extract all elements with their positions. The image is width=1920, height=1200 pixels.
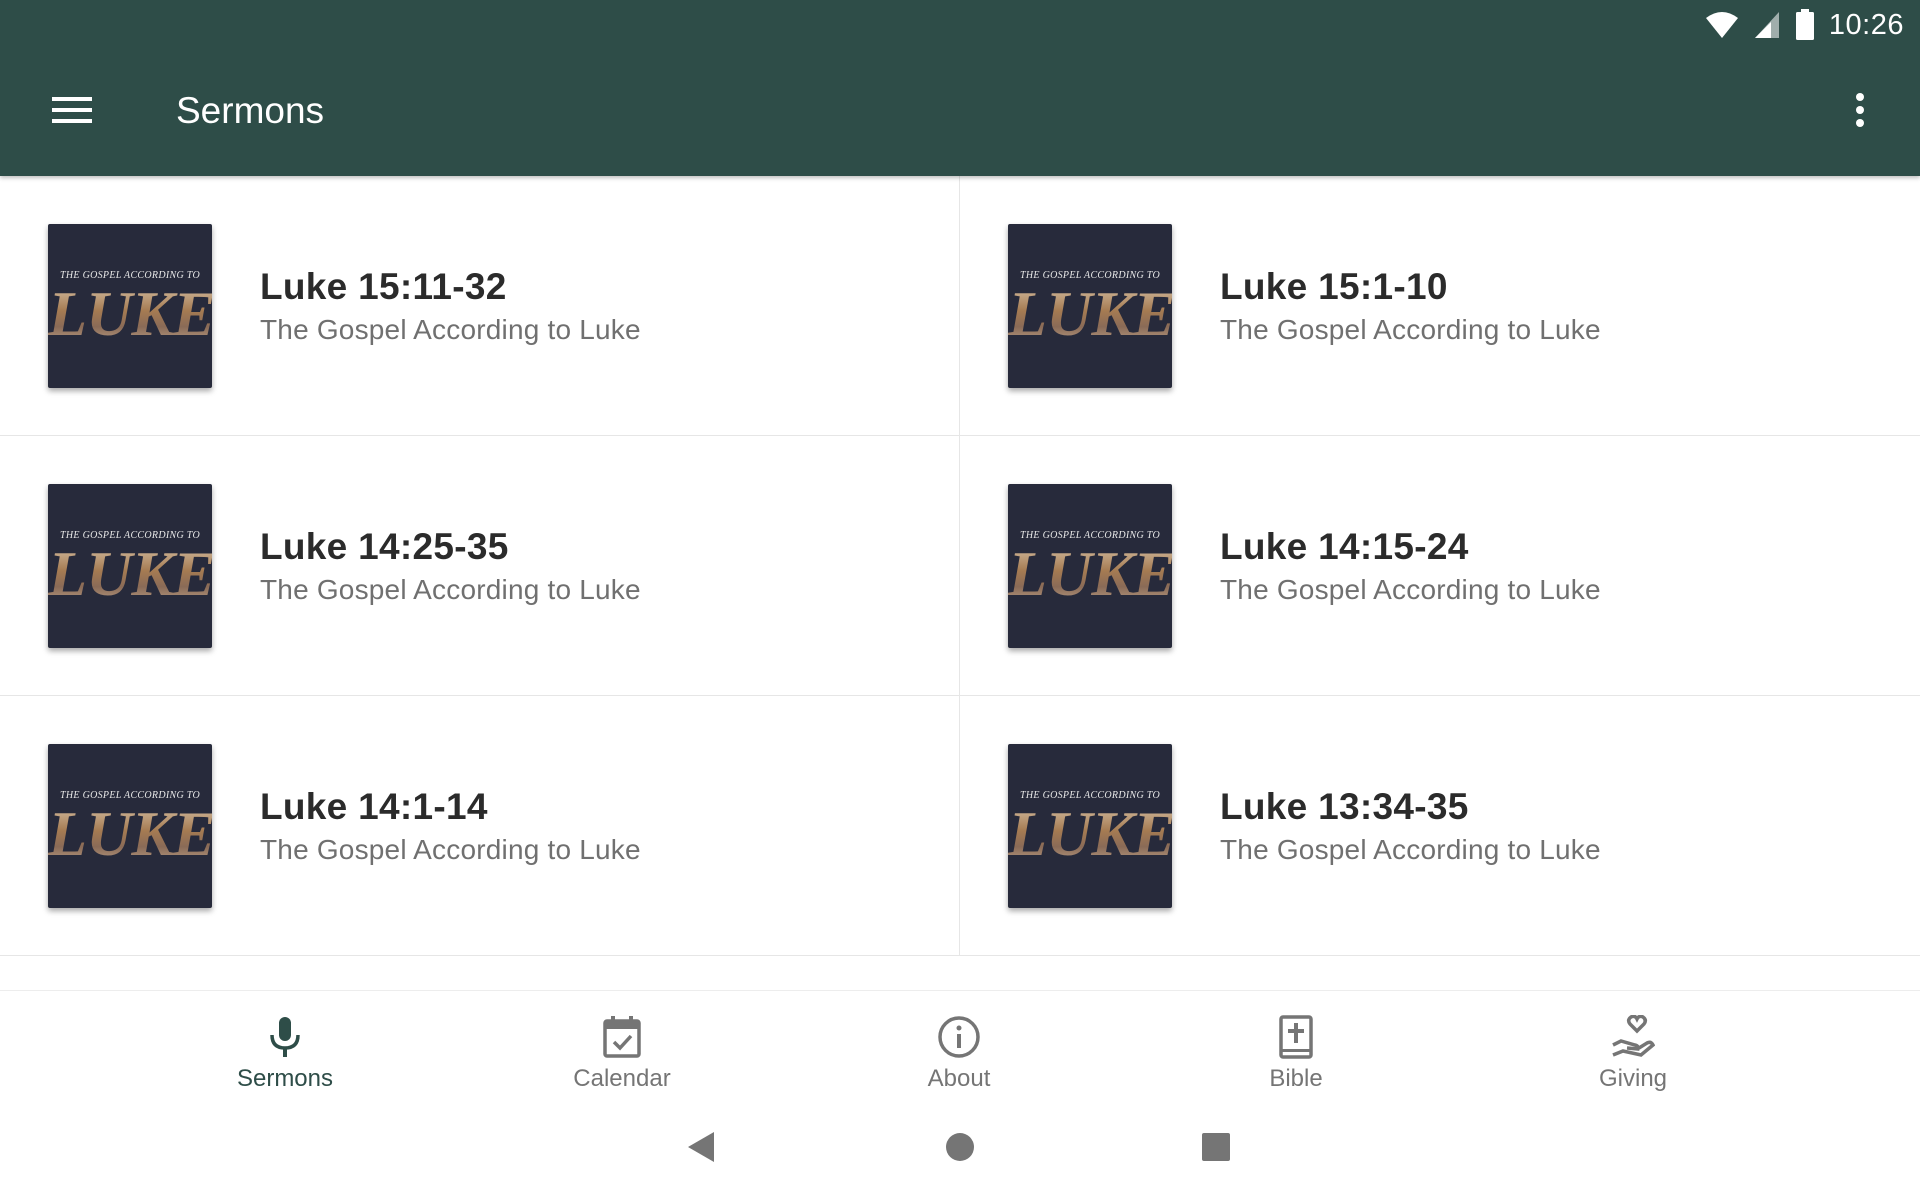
sermon-artwork: THE GOSPEL ACCORDING TO LUKE (1008, 224, 1172, 388)
calendar-check-icon (522, 1013, 722, 1061)
sermon-list: THE GOSPEL ACCORDING TO LUKE Luke 15:11-… (0, 176, 1920, 990)
sermon-title: Luke 14:1-14 (260, 786, 488, 827)
sermon-series: The Gospel According to Luke (1220, 574, 1601, 605)
nav-label: Calendar (573, 1065, 671, 1092)
page-title: Sermons (176, 90, 325, 131)
artwork-title: LUKE (48, 278, 212, 349)
status-bar: 10:26 (1705, 8, 1904, 42)
sermon-card[interactable]: THE GOSPEL ACCORDING TO LUKE Luke 14:15-… (960, 436, 1920, 696)
sermon-title: Luke 14:15-24 (1220, 526, 1469, 567)
nav-label: Giving (1598, 1065, 1668, 1092)
sermon-series: The Gospel According to Luke (1220, 314, 1601, 345)
status-time: 10:26 (1828, 8, 1904, 41)
info-icon (859, 1013, 1059, 1061)
bottom-navigation: Sermons Calendar About Bible Giving (0, 990, 1920, 1100)
microphone-icon (185, 1013, 385, 1061)
signal-icon (1753, 10, 1781, 40)
sermon-title: Luke 13:34-35 (1220, 786, 1469, 827)
recents-icon (1200, 1133, 1232, 1168)
sermon-card[interactable]: THE GOSPEL ACCORDING TO LUKE Luke 14:25-… (0, 436, 960, 696)
more-vert-icon (1855, 93, 1865, 131)
nav-label: Bible (1269, 1065, 1323, 1092)
nav-tab-giving[interactable]: Giving (1533, 1013, 1733, 1103)
home-button[interactable] (944, 1130, 976, 1168)
sermon-artwork: THE GOSPEL ACCORDING TO LUKE (48, 484, 212, 648)
wifi-icon (1705, 10, 1739, 40)
sermon-title: Luke 15:11-32 (260, 266, 507, 307)
artwork-title: LUKE (48, 798, 212, 869)
battery-icon (1795, 9, 1815, 41)
sermon-artwork: THE GOSPEL ACCORDING TO LUKE (1008, 484, 1172, 648)
artwork-title: LUKE (1008, 538, 1172, 609)
overflow-menu-button[interactable] (1836, 82, 1884, 142)
nav-tab-sermons[interactable]: Sermons (185, 1013, 385, 1103)
sermon-series: The Gospel According to Luke (260, 834, 641, 865)
sermon-artwork: THE GOSPEL ACCORDING TO LUKE (1008, 744, 1172, 908)
sermon-card[interactable]: THE GOSPEL ACCORDING TO LUKE Luke 13:34-… (960, 696, 1920, 956)
nav-label: Sermons (236, 1065, 334, 1092)
artwork-title: LUKE (48, 538, 212, 609)
app-bar: 10:26 Sermons (0, 0, 1920, 176)
bible-icon (1196, 1013, 1396, 1061)
sermon-artwork: THE GOSPEL ACCORDING TO LUKE (48, 224, 212, 388)
giving-hand-heart-icon (1533, 1013, 1733, 1061)
hamburger-menu-icon (52, 95, 92, 129)
nav-tab-calendar[interactable]: Calendar (522, 1013, 722, 1103)
recents-button[interactable] (1200, 1130, 1232, 1168)
sermon-title: Luke 15:1-10 (1220, 266, 1448, 307)
system-navigation-bar (0, 1100, 1920, 1200)
nav-tab-bible[interactable]: Bible (1196, 1013, 1396, 1103)
artwork-title: LUKE (1008, 278, 1172, 349)
menu-button[interactable] (36, 82, 108, 142)
back-button[interactable] (686, 1130, 716, 1168)
sermon-artwork: THE GOSPEL ACCORDING TO LUKE (48, 744, 212, 908)
sermon-series: The Gospel According to Luke (1220, 834, 1601, 865)
sermon-card[interactable]: THE GOSPEL ACCORDING TO LUKE Luke 15:11-… (0, 176, 960, 436)
sermon-series: The Gospel According to Luke (260, 314, 641, 345)
sermon-card[interactable]: THE GOSPEL ACCORDING TO LUKE Luke 14:1-1… (0, 696, 960, 956)
home-icon (944, 1133, 976, 1168)
nav-label: About (927, 1065, 991, 1092)
artwork-title: LUKE (1008, 798, 1172, 869)
back-icon (686, 1132, 716, 1168)
sermon-series: The Gospel According to Luke (260, 574, 641, 605)
nav-tab-about[interactable]: About (859, 1013, 1059, 1103)
sermon-title: Luke 14:25-35 (260, 526, 509, 567)
sermon-card[interactable]: THE GOSPEL ACCORDING TO LUKE Luke 15:1-1… (960, 176, 1920, 436)
